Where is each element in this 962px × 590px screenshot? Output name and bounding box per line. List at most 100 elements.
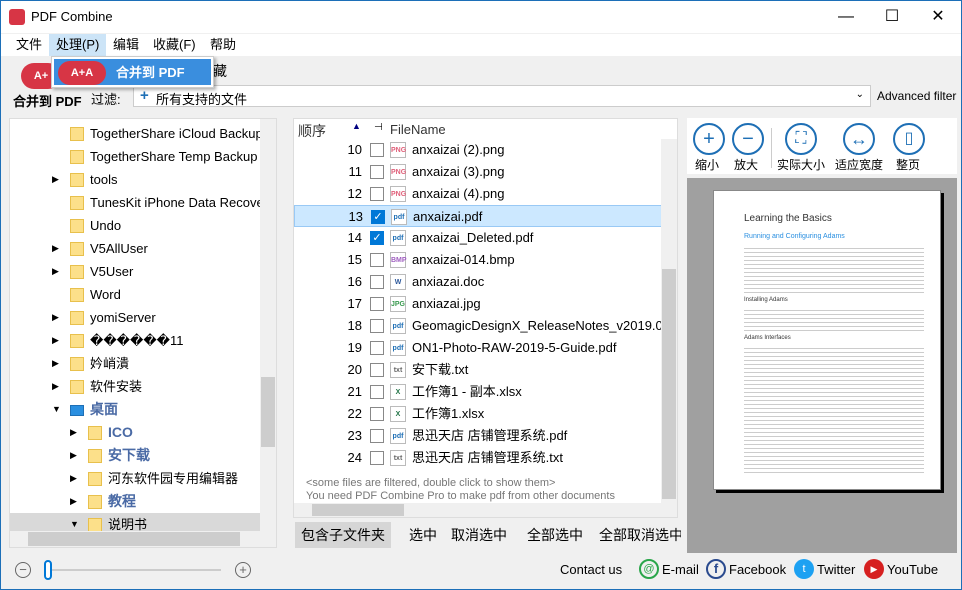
collapsed-arrow-icon[interactable]: ▶ <box>70 467 77 490</box>
column-header-order[interactable]: 顺序 <box>298 121 326 141</box>
facebook-link[interactable]: Facebook <box>729 562 786 577</box>
advanced-filter-link[interactable]: Advanced filter <box>877 89 956 103</box>
files-vertical-scrollbar[interactable] <box>661 139 677 505</box>
file-checkbox[interactable] <box>370 341 384 355</box>
actual-size-label[interactable]: 实际大小 <box>777 156 825 173</box>
collapsed-arrow-icon[interactable]: ▶ <box>52 237 59 260</box>
tree-item[interactable]: ▶ V5AllUser <box>10 237 262 260</box>
tree-item[interactable]: ▶ V5User <box>10 260 262 283</box>
file-row[interactable]: 11 PNG anxaizai (3).png <box>294 161 662 183</box>
tree-item[interactable]: TogetherShare iCloud Backup <box>10 122 262 145</box>
close-button[interactable]: ✕ <box>915 1 961 33</box>
twitter-icon[interactable]: t <box>794 559 814 579</box>
filtered-notice[interactable]: <some files are filtered, double click t… <box>306 477 555 489</box>
scrollbar-thumb[interactable] <box>261 377 275 447</box>
tree-item[interactable]: ▶ ICO <box>10 421 262 444</box>
menu-edit[interactable]: 编辑 <box>106 34 146 56</box>
scrollbar-thumb[interactable] <box>662 269 676 499</box>
tree-item[interactable]: ▶ tools <box>10 168 262 191</box>
tree-item[interactable]: ▶ 教程 <box>10 490 262 513</box>
merge-pdf-label[interactable]: 合并到 PDF <box>13 91 82 110</box>
deselect-all-button[interactable]: 全部取消选中 <box>593 522 681 548</box>
tree-item[interactable]: ▼ 说明书 <box>10 513 262 532</box>
file-checkbox[interactable] <box>370 407 384 421</box>
actual-size-icon[interactable]: ⛶ <box>785 123 817 155</box>
zoom-slider[interactable] <box>49 569 221 571</box>
collapsed-arrow-icon[interactable]: ▶ <box>52 168 59 191</box>
filter-select[interactable]: + 所有支持的文件 ⌄ <box>133 85 871 107</box>
column-header-filename[interactable]: FileName <box>390 122 446 137</box>
tree-item[interactable]: TunesKit iPhone Data Recove <box>10 191 262 214</box>
tree-item[interactable]: ▶ 妗峭潰 <box>10 352 262 375</box>
file-row[interactable]: 18 pdf GeomagicDesignX_ReleaseNotes_v201… <box>294 315 677 337</box>
scrollbar-thumb[interactable] <box>312 504 404 516</box>
file-checkbox[interactable] <box>370 143 384 157</box>
collapsed-arrow-icon[interactable]: ▶ <box>70 444 77 467</box>
file-row[interactable]: 23 pdf 思迅天店 店铺管理系统.pdf <box>294 425 662 447</box>
files-horizontal-scrollbar[interactable] <box>294 503 677 517</box>
tree-item[interactable]: TogetherShare Temp Backup <box>10 145 262 168</box>
zoom-plus-icon[interactable]: + <box>235 562 251 578</box>
collapsed-arrow-icon[interactable]: ▶ <box>52 329 59 352</box>
collapsed-arrow-icon[interactable]: ▶ <box>70 421 77 444</box>
expanded-arrow-icon[interactable]: ▼ <box>70 513 79 532</box>
tree-vertical-scrollbar[interactable] <box>260 119 276 532</box>
menu-process[interactable]: 处理(P) <box>49 34 107 56</box>
file-row[interactable]: 16 W anxiazai.doc <box>294 271 662 293</box>
tree-item[interactable]: ▼ 桌面 <box>10 398 262 421</box>
select-button[interactable]: 选中 <box>403 522 443 548</box>
file-checkbox[interactable] <box>370 165 384 179</box>
select-all-button[interactable]: 全部选中 <box>521 522 589 548</box>
file-row[interactable]: 22 X 工作簿1.xlsx <box>294 403 662 425</box>
menu-help[interactable]: 帮助 <box>203 34 243 56</box>
menu-item-merge-pdf[interactable]: A+A 合并到 PDF <box>54 59 211 85</box>
collapsed-arrow-icon[interactable]: ▶ <box>52 260 59 283</box>
file-checkbox[interactable] <box>370 253 384 267</box>
file-row[interactable]: 10 PNG anxaizai (2).png <box>294 139 662 161</box>
file-row[interactable]: 20 txt 安下载.txt <box>294 359 662 381</box>
collapsed-arrow-icon[interactable]: ▶ <box>52 375 59 398</box>
tree-item[interactable]: ▶ 安下载 <box>10 444 262 467</box>
file-row[interactable]: 14 ✓ pdf anxaizai_Deleted.pdf <box>294 227 662 249</box>
full-page-icon[interactable]: ▯ <box>893 123 925 155</box>
maximize-button[interactable]: ☐ <box>869 1 915 33</box>
file-row[interactable]: 19 pdf ON1-Photo-RAW-2019-5-Guide.pdf <box>294 337 662 359</box>
fit-width-icon[interactable]: ↔ <box>843 123 875 155</box>
tree-item[interactable]: ▶ yomiServer <box>10 306 262 329</box>
twitter-link[interactable]: Twitter <box>817 562 855 577</box>
collapsed-arrow-icon[interactable]: ▶ <box>70 490 77 513</box>
minimize-button[interactable]: — <box>823 1 869 33</box>
file-row[interactable]: 17 JPG anxiazai.jpg <box>294 293 662 315</box>
zoom-minus-icon[interactable]: − <box>15 562 31 578</box>
zoom-out-icon[interactable]: − <box>732 123 764 155</box>
tree-item[interactable]: Word <box>10 283 262 306</box>
youtube-icon[interactable]: ▶ <box>864 559 884 579</box>
file-row[interactable]: 21 X 工作簿1 - 副本.xlsx <box>294 381 662 403</box>
file-checkbox[interactable] <box>370 297 384 311</box>
include-subfolders-button[interactable]: 包含子文件夹 <box>295 522 391 548</box>
zoom-in-icon[interactable]: + <box>693 123 725 155</box>
file-checkbox[interactable] <box>370 275 384 289</box>
full-page-label[interactable]: 整页 <box>896 156 920 173</box>
file-checkbox[interactable] <box>370 187 384 201</box>
collapsed-arrow-icon[interactable]: ▶ <box>52 306 59 329</box>
tree-item[interactable]: ▶ 河东软件园专用编辑器 <box>10 467 262 490</box>
tree-item[interactable]: ▶ ������11 <box>10 329 262 352</box>
zoom-slider-thumb[interactable] <box>44 560 52 580</box>
expanded-arrow-icon[interactable]: ▼ <box>52 398 61 421</box>
file-checkbox[interactable]: ✓ <box>370 231 384 245</box>
file-checkbox[interactable]: ✓ <box>371 210 385 224</box>
file-checkbox[interactable] <box>370 429 384 443</box>
email-icon[interactable]: @ <box>639 559 659 579</box>
file-checkbox[interactable] <box>370 385 384 399</box>
file-checkbox[interactable] <box>370 319 384 333</box>
tree-item[interactable]: ▶ 软件安装 <box>10 375 262 398</box>
zoom-out-label[interactable]: 缩小 <box>695 156 719 173</box>
scrollbar-thumb[interactable] <box>28 532 240 546</box>
deselect-button[interactable]: 取消选中 <box>445 522 513 548</box>
menu-file[interactable]: 文件 <box>9 34 49 56</box>
facebook-icon[interactable]: f <box>706 559 726 579</box>
file-checkbox[interactable] <box>370 363 384 377</box>
fit-width-label[interactable]: 适应宽度 <box>835 156 883 173</box>
email-link[interactable]: E-mail <box>662 562 699 577</box>
